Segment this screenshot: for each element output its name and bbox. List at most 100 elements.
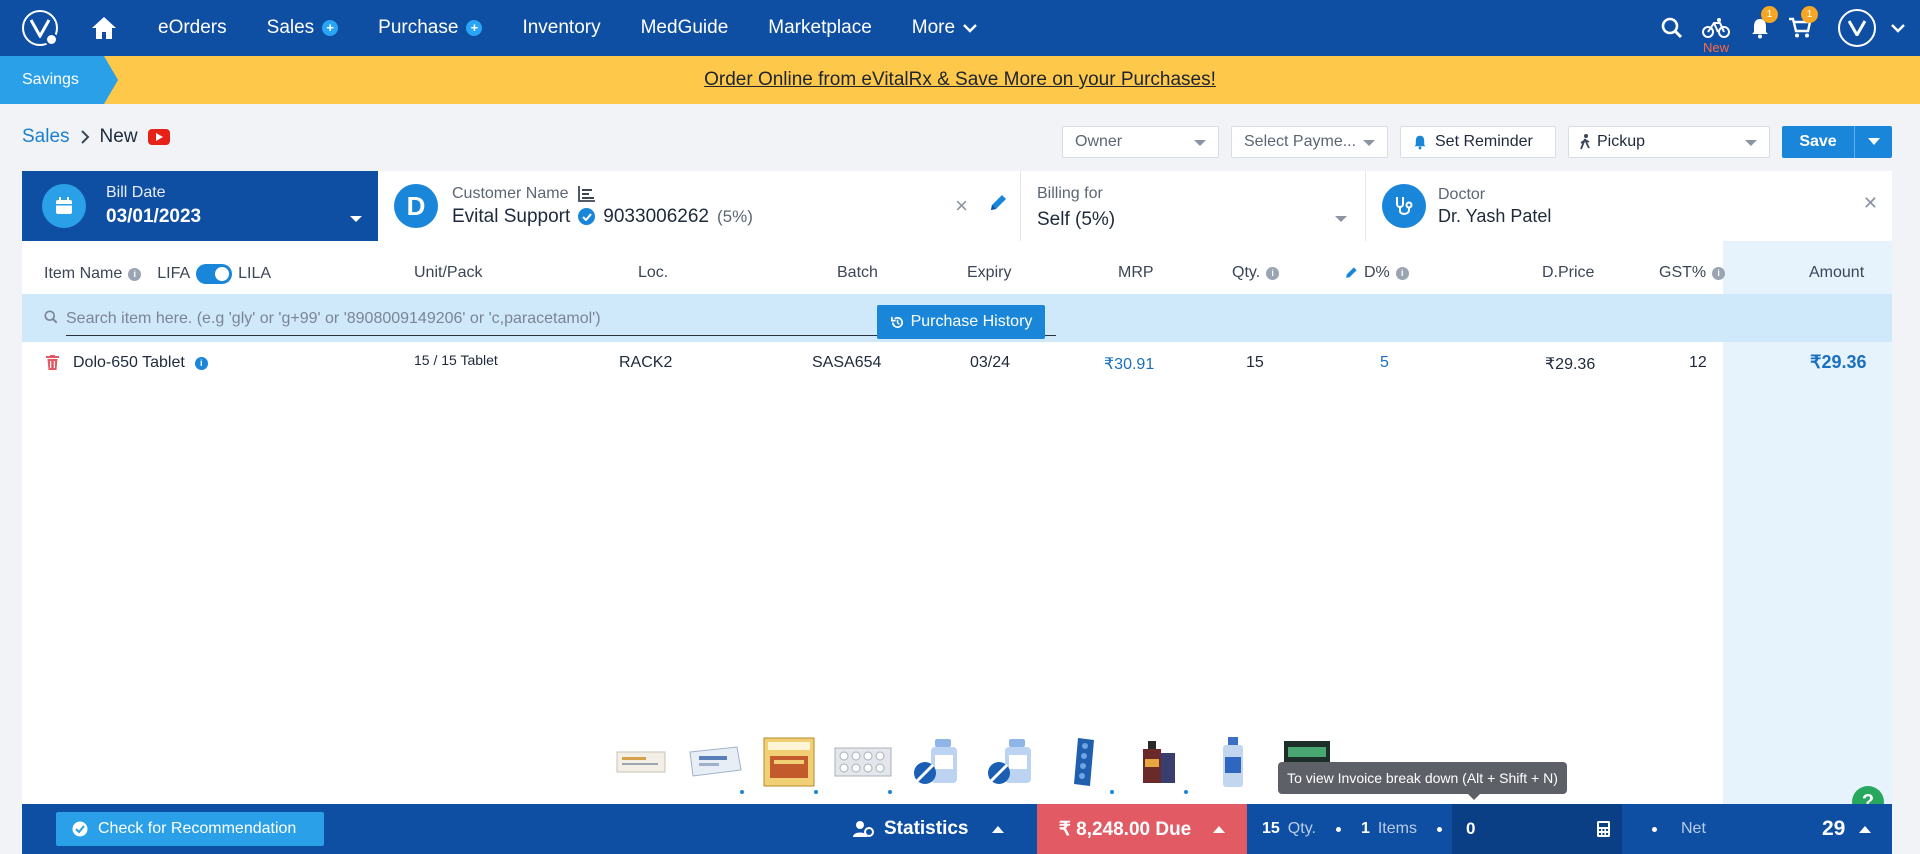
header-dprice: D.Price <box>1542 264 1595 281</box>
header-gst: GST% i <box>1659 264 1726 282</box>
delete-icon[interactable] <box>46 355 59 370</box>
delivery-bike-icon[interactable]: New <box>1692 0 1740 56</box>
product-thumb-box-icon[interactable] <box>686 736 744 794</box>
check-recommendation-button[interactable]: Check for Recommendation <box>56 812 324 846</box>
info-icon[interactable]: i <box>128 267 142 281</box>
product-thumb-syrup-bottle-icon[interactable] <box>1204 736 1262 788</box>
nav-purchase[interactable]: Purchase + <box>378 17 483 39</box>
item-mrp[interactable]: ₹30.91 <box>1104 354 1154 374</box>
purchase-history-button[interactable]: Purchase History <box>877 305 1045 339</box>
item-qty[interactable]: 15 <box>1246 354 1264 372</box>
header-unit-pack: Unit/Pack <box>414 264 483 281</box>
profile-chevron-icon[interactable] <box>1876 0 1920 56</box>
item-discount[interactable]: 5 <box>1380 354 1389 372</box>
home-icon[interactable] <box>90 14 118 42</box>
net-total[interactable]: 29 <box>1822 804 1872 854</box>
breadcrumb-sales[interactable]: Sales <box>22 126 70 148</box>
info-icon[interactable]: i <box>1266 266 1280 280</box>
owner-select[interactable]: Owner <box>1062 126 1219 158</box>
doctor-field[interactable]: Doctor Dr. Yash Patel ✕ <box>1366 171 1892 241</box>
avatar[interactable] <box>1838 9 1876 47</box>
calculator-icon[interactable] <box>1597 821 1610 837</box>
bill-date-picker[interactable]: Bill Date 03/01/2023 <box>22 171 378 241</box>
top-navbar: eOrders Sales + Purchase + Inventory MedGu… <box>0 0 1920 56</box>
statistics-toggle[interactable]: Statistics <box>852 804 1005 854</box>
recommended-products <box>612 736 1336 794</box>
bill-date-value: 03/01/2023 <box>106 206 202 227</box>
ledger-icon[interactable] <box>578 185 596 202</box>
nav-sales[interactable]: Sales + <box>267 17 339 39</box>
pencil-icon[interactable] <box>1344 266 1358 280</box>
cart-badge: 1 <box>1801 6 1818 23</box>
add-purchase-icon[interactable]: + <box>466 20 483 36</box>
bill-date-label: Bill Date <box>106 184 166 201</box>
header-loc: Loc. <box>638 264 669 281</box>
set-reminder-button[interactable]: Set Reminder <box>1400 126 1556 158</box>
item-loc: RACK2 <box>619 354 673 371</box>
product-thumb-tablet-strip-icon[interactable] <box>1056 736 1114 794</box>
due-amount-button[interactable]: ₹ 8,248.00 Due <box>1037 804 1247 854</box>
calendar-icon <box>42 184 86 228</box>
clear-doctor-icon[interactable]: ✕ <box>1863 193 1878 214</box>
customer-discount: (5%) <box>716 206 753 226</box>
info-icon[interactable]: i <box>1712 266 1726 280</box>
footer-bar: Check for Recommendation Statistics ₹ 8,… <box>22 804 1892 854</box>
product-thumb-syrup-box-icon[interactable] <box>1130 736 1188 794</box>
billing-value: Self (5%) <box>1037 209 1116 230</box>
clear-customer-icon[interactable]: × <box>955 193 968 219</box>
app-logo[interactable] <box>22 10 58 46</box>
nav-inventory[interactable]: Inventory <box>522 17 600 39</box>
item-unit-pack: 15 / 15 Tablet <box>414 352 498 368</box>
bell-icon[interactable]: 1 <box>1740 0 1780 56</box>
item-gst: 12 <box>1689 354 1707 371</box>
product-thumb-carton-icon[interactable] <box>760 736 818 794</box>
header-mrp: MRP <box>1118 264 1154 281</box>
promo-link[interactable]: Order Online from eVitalRx & Save More o… <box>0 69 1920 91</box>
table-row[interactable]: Dolo-650 Tablet i 15 / 15 Tablet RACK2 S… <box>22 348 1892 380</box>
chevron-up-icon <box>1213 825 1226 833</box>
doctor-value: Dr. Yash Patel <box>1438 205 1552 226</box>
lifa-lila-toggle[interactable] <box>196 264 233 284</box>
search-icon <box>44 310 58 324</box>
bell-icon <box>1414 135 1426 150</box>
total-items-value: 1 <box>1360 820 1370 837</box>
save-button[interactable]: Save <box>1782 126 1892 158</box>
item-amount: ₹29.36 <box>1810 352 1867 372</box>
edit-customer-icon[interactable] <box>988 193 1008 218</box>
nav-medguide[interactable]: MedGuide <box>641 17 729 39</box>
invoice-breakdown-tooltip: To view Invoice break down (Alt + Shift … <box>1278 762 1567 800</box>
nav-eorders[interactable]: eOrders <box>158 17 227 39</box>
youtube-icon[interactable] <box>147 129 170 145</box>
breadcrumb-current: New <box>99 126 138 147</box>
item-info-icon[interactable]: i <box>194 356 208 370</box>
info-icon[interactable]: i <box>1395 266 1409 280</box>
header-item-name: Item Name i LIFA LILA <box>44 264 272 284</box>
add-sale-icon[interactable]: + <box>322 20 339 36</box>
product-thumb-blister-icon[interactable] <box>834 736 892 794</box>
doctor-label: Doctor <box>1438 185 1486 203</box>
invoice-breakdown-box[interactable]: 0 <box>1452 804 1622 854</box>
walking-icon <box>1580 134 1590 150</box>
payment-select[interactable]: Select Payme... <box>1231 126 1388 158</box>
nav-marketplace[interactable]: Marketplace <box>768 17 872 39</box>
product-thumb-pill-bottle-icon[interactable] <box>908 736 966 788</box>
customer-field[interactable]: D Customer Name Evital Support 903300626… <box>378 171 1021 241</box>
item-expiry: 03/24 <box>970 354 1011 371</box>
customer-avatar: D <box>394 184 438 228</box>
save-options-caret-icon[interactable] <box>1855 138 1892 146</box>
product-thumb-pill-bottle-icon[interactable] <box>982 736 1040 788</box>
header-discount: D% i <box>1344 264 1409 282</box>
new-tag: New <box>1702 40 1730 55</box>
header-amount: Amount <box>1809 264 1865 281</box>
cart-icon[interactable]: 1 <box>1780 0 1820 56</box>
net-label-wrap: Net <box>1652 804 1706 854</box>
check-circle-icon <box>72 821 88 837</box>
nav-more[interactable]: More <box>912 17 977 39</box>
product-thumb-strip-icon[interactable] <box>612 736 670 788</box>
pickup-select[interactable]: Pickup <box>1568 126 1770 158</box>
billing-for-select[interactable]: Billing for Self (5%) <box>1021 171 1366 241</box>
billing-label: Billing for <box>1037 185 1103 202</box>
item-dprice: ₹29.36 <box>1545 356 1596 373</box>
user-stats-icon <box>853 821 874 837</box>
search-icon[interactable] <box>1652 0 1692 56</box>
